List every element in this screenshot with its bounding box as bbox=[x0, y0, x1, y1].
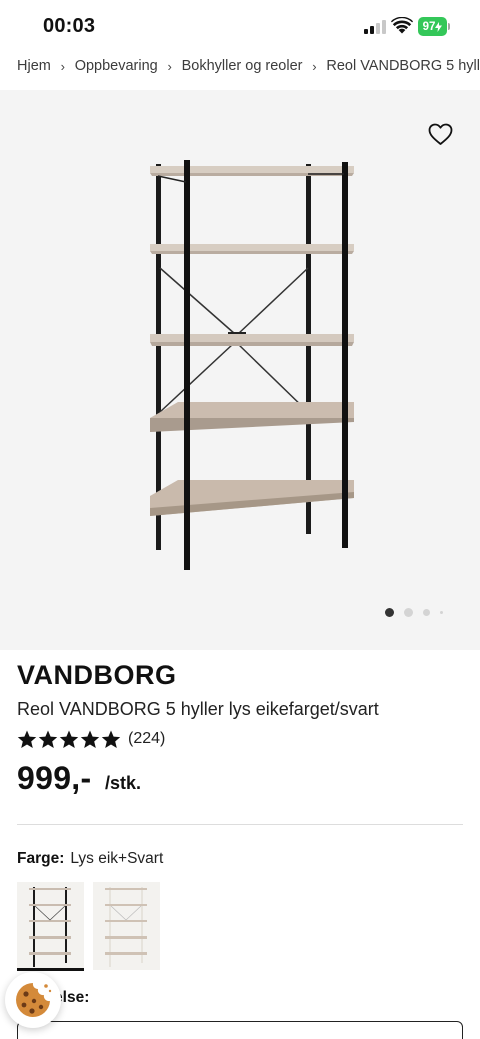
star-icon bbox=[59, 730, 79, 748]
chevron-right-icon: › bbox=[167, 58, 172, 74]
cellular-signal-icon bbox=[364, 20, 386, 34]
breadcrumb: Hjem › Oppbevaring › Bokhyller og reoler… bbox=[17, 56, 480, 76]
price-unit: /stk. bbox=[105, 773, 142, 793]
review-count[interactable]: (224) bbox=[128, 730, 165, 748]
charging-bolt-icon bbox=[435, 21, 443, 32]
selected-indicator bbox=[17, 968, 84, 971]
star-icon bbox=[17, 730, 37, 748]
pagination-dot-active[interactable] bbox=[385, 608, 394, 617]
star-icon bbox=[101, 730, 121, 748]
color-option-black[interactable] bbox=[17, 882, 84, 971]
wifi-icon bbox=[391, 17, 413, 34]
divider bbox=[17, 824, 463, 825]
pagination-dot[interactable] bbox=[423, 609, 430, 616]
swatch-image bbox=[17, 882, 84, 970]
product-name: Reol VANDBORG 5 hyller lys eikefarget/sv… bbox=[17, 699, 379, 719]
rating-stars bbox=[17, 730, 121, 749]
battery-level: 97 bbox=[418, 17, 447, 36]
breadcrumb-home[interactable]: Hjem bbox=[17, 58, 51, 74]
star-icon bbox=[80, 730, 100, 748]
heart-icon[interactable] bbox=[428, 123, 453, 146]
color-label: Farge: bbox=[17, 850, 65, 867]
swatch-image bbox=[93, 882, 160, 970]
product-gallery[interactable] bbox=[0, 90, 480, 650]
breadcrumb-oppbevaring[interactable]: Oppbevaring bbox=[75, 58, 158, 74]
chevron-right-icon: › bbox=[312, 58, 317, 74]
battery-percent: 97 bbox=[422, 20, 436, 33]
cookie-consent-button[interactable] bbox=[5, 972, 61, 1028]
pagination-dot[interactable] bbox=[440, 611, 443, 614]
product-brand: VANDBORG bbox=[17, 660, 177, 690]
color-selector-label: Farge: Lys eik+Svart bbox=[17, 850, 163, 868]
breadcrumb-current: Reol VANDBORG 5 hyll bbox=[326, 58, 480, 74]
size-select[interactable] bbox=[17, 1021, 463, 1039]
color-option-white[interactable] bbox=[93, 882, 160, 970]
status-time: 00:03 bbox=[43, 15, 96, 37]
color-value: Lys eik+Svart bbox=[70, 850, 164, 867]
product-image[interactable] bbox=[138, 156, 368, 576]
status-bar: 00:03 97 bbox=[0, 0, 480, 54]
breadcrumb-bokhyller[interactable]: Bokhyller og reoler bbox=[182, 58, 303, 74]
battery-tip bbox=[448, 23, 450, 30]
gallery-pagination bbox=[385, 608, 443, 617]
cookie-icon bbox=[16, 983, 52, 1017]
product-rating[interactable]: (224) bbox=[17, 729, 165, 749]
star-icon bbox=[38, 730, 58, 748]
pagination-dot[interactable] bbox=[404, 608, 413, 617]
product-price: 999,- bbox=[17, 760, 92, 796]
battery-indicator: 97 bbox=[418, 17, 450, 36]
chevron-right-icon: › bbox=[60, 58, 65, 74]
